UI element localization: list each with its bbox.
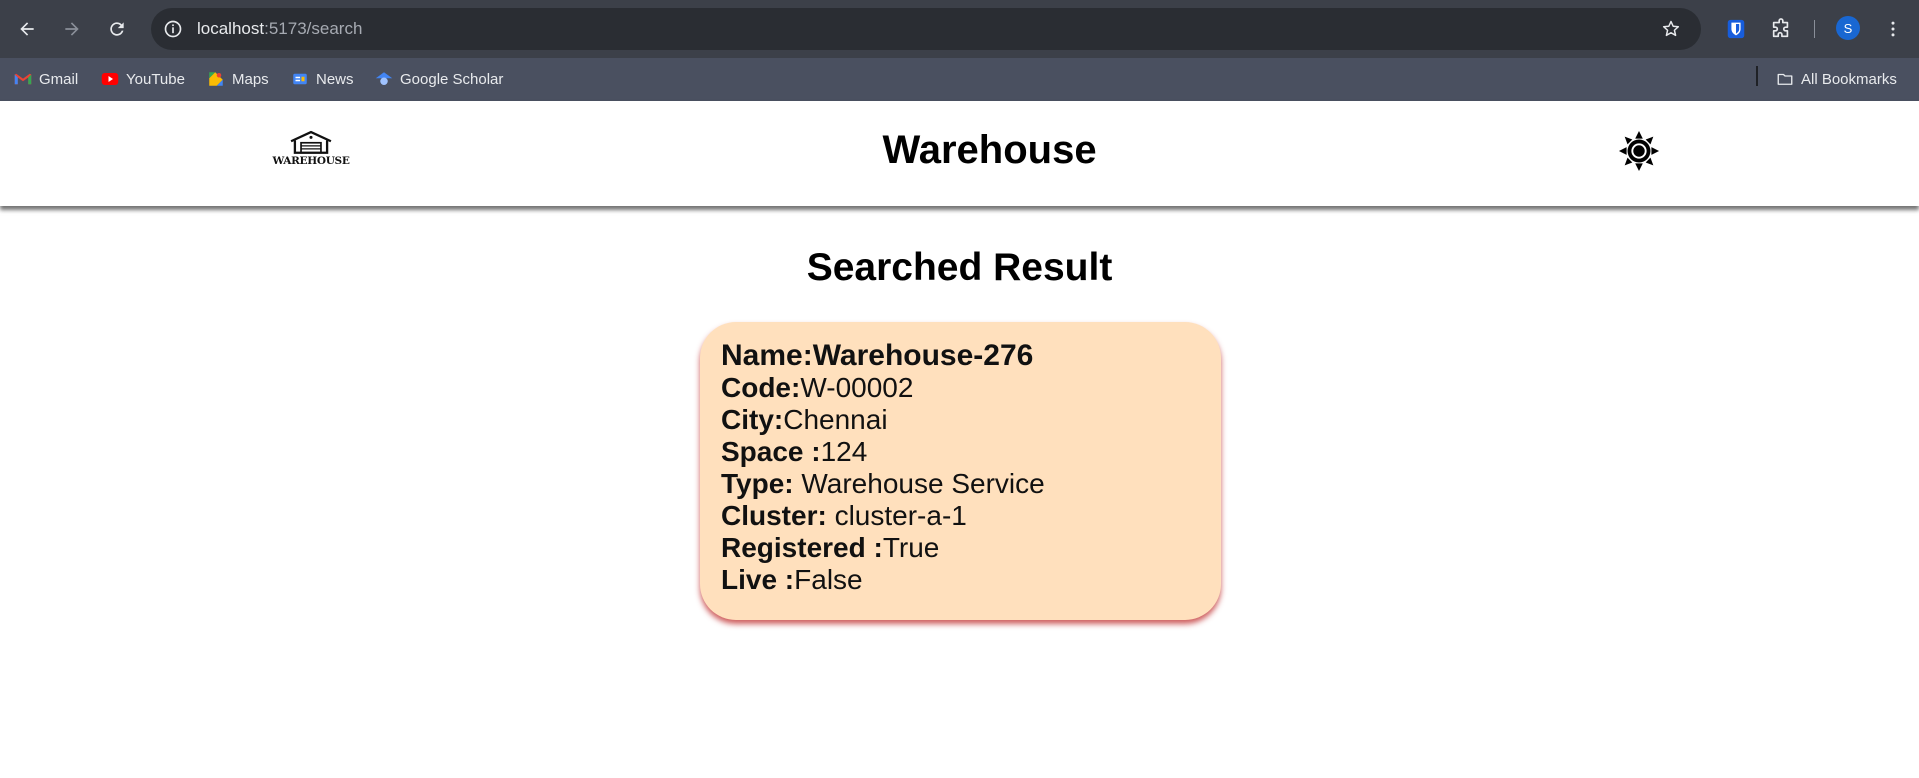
browser-chrome: localhost:5173/search S Gmail YouTube Ma… — [0, 0, 1919, 101]
registered-label: Registered : — [721, 532, 883, 563]
bookmark-maps[interactable]: Maps — [207, 66, 269, 92]
bookmark-news[interactable]: News — [291, 66, 354, 92]
gmail-icon — [14, 70, 32, 88]
youtube-icon — [101, 70, 119, 88]
folder-icon — [1776, 70, 1794, 88]
warehouse-result-card[interactable]: Name:Warehouse-276 Code:W-00002 City:Che… — [700, 322, 1221, 620]
card-row-type: Type: Warehouse Service — [721, 468, 1200, 500]
bookmarks-bar: Gmail YouTube Maps News Google Scholar A… — [0, 58, 1919, 101]
cluster-label: Cluster: — [721, 500, 827, 531]
maps-icon — [207, 70, 225, 88]
toolbar-separator — [1814, 20, 1815, 38]
space-label: Space : — [721, 436, 821, 467]
arrow-left-icon — [20, 22, 34, 36]
url-host: localhost — [197, 19, 265, 38]
url-text[interactable]: localhost:5173/search — [197, 19, 362, 39]
name-value: Warehouse-276 — [812, 339, 1034, 372]
menu-kebab-icon[interactable] — [1879, 15, 1907, 43]
browser-toolbar: localhost:5173/search S — [0, 0, 1919, 58]
bookmark-star-icon[interactable] — [1659, 17, 1683, 41]
card-row-registered: Registered :True — [721, 532, 1200, 564]
bookmark-youtube[interactable]: YouTube — [101, 66, 185, 92]
sun-icon — [1618, 130, 1660, 172]
bitwarden-extension-icon[interactable] — [1722, 15, 1750, 43]
bookmark-label: YouTube — [126, 70, 185, 88]
card-row-city: City:Chennai — [721, 404, 1200, 436]
extensions-puzzle-icon[interactable] — [1767, 15, 1795, 43]
reload-button[interactable] — [101, 13, 133, 45]
city-value: Chennai — [783, 404, 888, 435]
live-value: False — [794, 564, 863, 595]
card-row-live: Live :False — [721, 564, 1200, 596]
arrow-right-icon — [65, 22, 79, 36]
news-icon — [291, 70, 309, 88]
url-path: :5173/search — [264, 19, 363, 38]
back-button[interactable] — [11, 13, 43, 45]
space-value: 124 — [820, 436, 868, 467]
theme-toggle-button[interactable] — [1617, 129, 1661, 173]
page-title: Searched Result — [806, 246, 1113, 289]
site-info-icon[interactable] — [161, 17, 185, 41]
registered-value: True — [882, 532, 940, 563]
bookmark-google-scholar[interactable]: Google Scholar — [375, 66, 503, 92]
cluster-value: cluster-a-1 — [826, 500, 967, 531]
card-row-name: Name:Warehouse-276 — [721, 340, 1200, 372]
card-row-space: Space :124 — [721, 436, 1200, 468]
bookmark-gmail[interactable]: Gmail — [14, 66, 78, 92]
code-label: Code: — [721, 372, 801, 403]
bookmark-label: Gmail — [39, 70, 79, 88]
bookmark-label: News — [316, 70, 354, 88]
name-label: Name: — [721, 339, 813, 372]
type-label: Type: — [721, 468, 794, 499]
reload-icon — [110, 22, 124, 36]
live-label: Live : — [721, 564, 795, 595]
card-row-cluster: Cluster: cluster-a-1 — [721, 500, 1200, 532]
code-value: W-00002 — [800, 372, 914, 403]
profile-avatar[interactable]: S — [1836, 16, 1860, 40]
city-label: City: — [721, 404, 784, 435]
scholar-icon — [375, 70, 393, 88]
address-bar[interactable]: localhost:5173/search — [151, 8, 1701, 50]
forward-button[interactable] — [56, 13, 88, 45]
card-row-code: Code:W-00002 — [721, 372, 1200, 404]
all-bookmarks-button[interactable]: All Bookmarks — [1776, 66, 1897, 92]
all-bookmarks-label: All Bookmarks — [1801, 70, 1897, 88]
bookmark-label: Maps — [232, 70, 269, 88]
bookmarks-separator — [1756, 66, 1758, 86]
type-value: Warehouse Service — [793, 468, 1045, 499]
bookmark-label: Google Scholar — [400, 70, 504, 88]
